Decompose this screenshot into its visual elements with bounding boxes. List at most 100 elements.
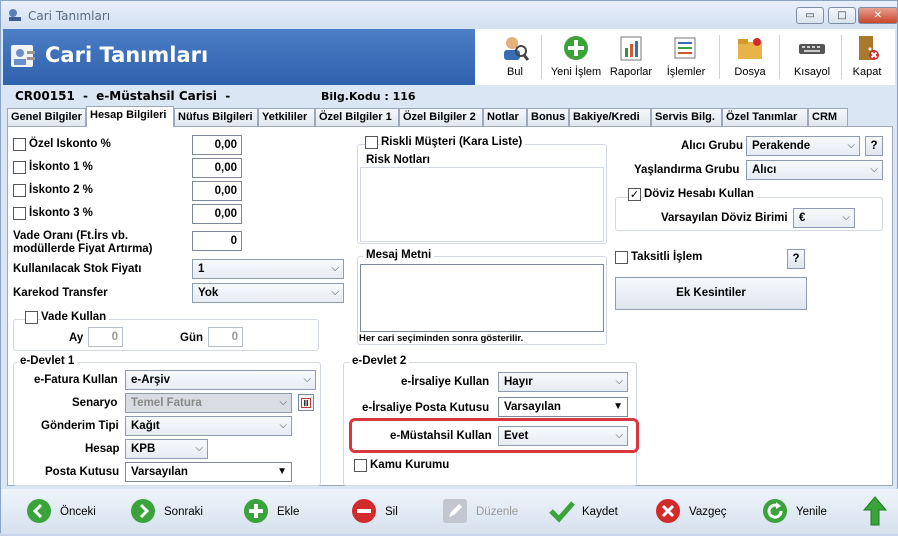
tab-hesap-bilgileri[interactable]: Hesap Bilgileri (86, 106, 174, 127)
minimize-button[interactable]: ▭ (796, 7, 824, 24)
record-name: e-Müstahsil Carisi (96, 89, 218, 103)
alici-grubu-select[interactable]: Perakende ⌵ (746, 136, 860, 156)
tab-ozel-tanimlar[interactable]: Özel Tanımlar (722, 108, 808, 127)
tab-crm[interactable]: CRM (808, 108, 848, 127)
riskli-checkbox[interactable] (365, 136, 378, 149)
mesaj-textarea[interactable] (360, 264, 604, 332)
caret-down-icon: ▼ (613, 401, 623, 412)
duzenle-button[interactable]: Düzenle (443, 499, 533, 525)
exit-door-icon (859, 36, 879, 60)
chevron-down-icon: ⌵ (279, 397, 287, 408)
onceki-button[interactable]: Önceki (27, 499, 117, 525)
tab-bonus[interactable]: Bonus (527, 108, 569, 127)
iskonto1-input[interactable]: 0,00 (192, 158, 242, 178)
chevron-down-icon: ⌵ (847, 140, 855, 151)
arrow-right-icon (131, 499, 155, 523)
vade-orani-input[interactable]: 0 (192, 231, 242, 251)
riskli-label: Riskli Müşteri (Kara Liste) (381, 136, 526, 148)
bilg-kodu: Bilg.Kodu : 116 (321, 90, 416, 103)
ay-input[interactable]: 0 (88, 327, 123, 347)
contacts-icon (11, 45, 35, 67)
gonderim-label: Gönderim Tipi (41, 420, 119, 432)
kamu-label: Kamu Kurumu (370, 459, 450, 471)
vade-kullan-label: Vade Kullan (41, 311, 110, 323)
tab-nufus-bilgileri[interactable]: Nüfus Bilgileri (174, 108, 258, 127)
doviz-birimi-select[interactable]: € ⌵ (793, 208, 855, 228)
vade-orani-label: Vade Oranı (Ft.İrs vb. (13, 230, 129, 242)
ek-kesintiler-button[interactable]: Ek Kesintiler (615, 277, 807, 310)
page-title: Cari Tanımları (45, 43, 209, 67)
tab-notlar[interactable]: Notlar (483, 108, 527, 127)
stok-fiyati-select[interactable]: 1 ⌵ (192, 259, 344, 279)
eirsaliye-posta-select[interactable]: Varsayılan ▼ (498, 397, 628, 417)
alici-grubu-help-button[interactable]: ? (865, 136, 883, 156)
ozel-iskonto-input[interactable]: 0,00 (192, 135, 242, 155)
iskonto3-checkbox[interactable] (13, 207, 26, 220)
sil-button[interactable]: Sil (352, 499, 412, 525)
tab-yetkililer[interactable]: Yetkililer (258, 108, 315, 127)
tab-genel-bilgiler[interactable]: Genel Bilgiler (7, 108, 86, 127)
iskonto2-label: İskonto 2 % (29, 184, 93, 196)
taksitli-checkbox[interactable] (615, 251, 628, 264)
kaydet-button[interactable]: Kaydet (549, 499, 639, 525)
risk-notlari-textarea[interactable] (360, 167, 604, 242)
gun-label: Gün (180, 332, 203, 344)
taksitli-help-button[interactable]: ? (787, 249, 805, 269)
eirsaliye-posta-label: e-İrsaliye Posta Kutusu (362, 402, 490, 414)
iskonto1-checkbox[interactable] (13, 161, 26, 174)
tab-ozel-bilgiler-1[interactable]: Özel Bilgiler 1 (315, 108, 399, 127)
karekod-select[interactable]: Yok ⌵ (192, 283, 344, 303)
ekle-button[interactable]: Ekle (244, 499, 314, 525)
iskonto2-checkbox[interactable] (13, 184, 26, 197)
posta-select[interactable]: Varsayılan ▼ (125, 462, 292, 482)
toolbar-bul-button[interactable]: Bul (495, 31, 535, 83)
search-person-icon (504, 37, 530, 61)
eirsaliye-select[interactable]: Hayır ⌵ (498, 372, 628, 392)
tab-bakiye-kredi[interactable]: Bakiye/Kredi (569, 108, 651, 127)
efatura-select[interactable]: e-Arşiv ⌵ (125, 370, 316, 390)
yaslandirma-label: Yaşlandırma Grubu (634, 164, 740, 176)
scroll-top-button[interactable] (862, 496, 888, 526)
yenile-button[interactable]: Yenile (763, 499, 853, 525)
record-separator: - (82, 89, 88, 103)
doviz-checkbox[interactable]: ✓ (628, 188, 641, 201)
sonraki-button[interactable]: Sonraki (131, 499, 221, 525)
chevron-down-icon: ⌵ (195, 443, 203, 454)
chevron-down-icon: ⌵ (331, 263, 339, 274)
toolbar-dosya-button[interactable]: Dosya (729, 31, 771, 83)
tab-servis-bilg[interactable]: Servis Bilg. (651, 108, 722, 127)
iskonto2-input[interactable]: 0,00 (192, 181, 242, 201)
toolbar-yeni-islem-button[interactable]: Yeni İşlem (547, 31, 605, 83)
edit-icon (443, 499, 467, 523)
arrow-up-icon (862, 496, 888, 526)
gun-input[interactable]: 0 (208, 327, 243, 347)
vazgec-button[interactable]: Vazgeç (656, 499, 746, 525)
ozel-iskonto-checkbox[interactable] (13, 138, 26, 151)
toolbar-raporlar-button[interactable]: Raporlar (607, 31, 655, 83)
kamu-checkbox[interactable] (354, 459, 367, 472)
footer-toolbar: Önceki Sonraki Ekle Sil Düzenle Kaydet V… (1, 489, 898, 534)
window-title: Cari Tanımları (28, 9, 111, 23)
maximize-button[interactable]: □ (828, 7, 856, 24)
iskonto3-input[interactable]: 0,00 (192, 204, 242, 224)
karekod-label: Karekod Transfer (13, 287, 108, 299)
pause-icon (300, 397, 312, 409)
gonderim-select[interactable]: Kağıt ⌵ (125, 416, 292, 436)
senaryo-label: Senaryo (72, 397, 118, 409)
refresh-icon (763, 499, 787, 523)
toolbar-kapat-button[interactable]: Kapat (847, 31, 887, 83)
chevron-down-icon: ⌵ (615, 376, 623, 387)
plus-circle-icon (564, 36, 588, 60)
report-icon (620, 36, 642, 61)
senaryo-detail-button[interactable] (298, 394, 314, 411)
close-button[interactable]: ✕ (858, 7, 898, 24)
vade-kullan-checkbox[interactable] (25, 311, 38, 324)
keyboard-icon (799, 44, 825, 54)
tab-ozel-bilgiler-2[interactable]: Özel Bilgiler 2 (399, 108, 483, 127)
toolbar-islemler-button[interactable]: İşlemler (661, 31, 711, 83)
toolbar-kisayol-button[interactable]: Kısayol (789, 31, 835, 83)
senaryo-select[interactable]: Temel Fatura ⌵ (125, 393, 292, 413)
posta-label: Posta Kutusu (45, 466, 120, 478)
hesap-select[interactable]: KPB ⌵ (125, 439, 208, 459)
yaslandirma-select[interactable]: Alıcı ⌵ (746, 160, 883, 180)
